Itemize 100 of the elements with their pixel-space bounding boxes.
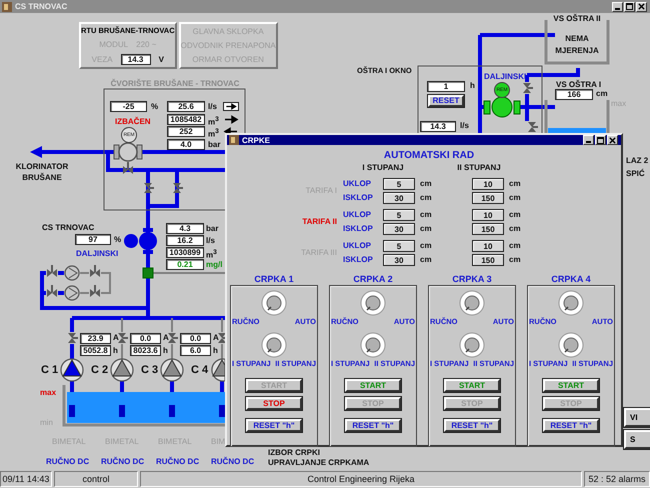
right-arrow-icon [223,102,239,111]
row-label: UKLOP [343,210,372,219]
close-button[interactable] [636,2,647,12]
unit-label: V [158,54,164,64]
destination-label: KLORINATOR BRUŠANE [14,161,70,183]
selector-knob[interactable] [261,290,287,316]
selector-knob[interactable] [558,290,584,316]
unit-label: cm [419,224,433,233]
section-heading: AUTOMATSKI RAD [384,150,474,161]
reset-button[interactable]: RESET "h" [345,419,401,432]
value-field[interactable]: 5 [383,208,415,220]
valve-icon [90,285,100,297]
value-field[interactable]: 10 [472,178,504,190]
window-title: CS TRNOVAC [15,2,68,11]
valve-icon [68,333,78,343]
value-field[interactable]: 10 [472,240,504,252]
pump-title: CRPKA 1 [254,274,294,285]
value-field[interactable]: 5 [383,240,415,252]
valve-icon [168,333,178,343]
value-field[interactable]: 150 [472,222,504,234]
unit-label: m$^{3}$ [208,127,219,140]
unit-label: cm [419,241,433,250]
unit-label: cm [508,255,522,264]
unit-label: cm [419,255,433,264]
value-field: 1 [427,81,465,92]
value-field: 14.3 [420,121,456,132]
valve-icon [118,333,128,343]
tank-title: VS OŠTRA I [556,80,602,90]
selector-knob[interactable] [360,290,386,316]
maximize-button[interactable] [624,2,635,12]
pipe-outlet [119,405,125,417]
water [548,128,606,133]
close-button[interactable] [607,135,618,145]
mode-label: RUČNO DC [156,457,200,467]
unit-label: cm [508,193,522,202]
minimize-button[interactable] [583,135,594,145]
pipe [70,344,74,359]
unit-label: cm [508,241,522,250]
selector-knob[interactable] [360,332,386,358]
value-field[interactable]: 30 [383,254,415,266]
station-label: LAZ 2 [626,156,648,166]
value-field: 8023.6 [130,345,161,356]
panel-button[interactable]: S [624,430,650,449]
value-field: 0.0 [130,333,161,344]
value-field: 0.0 [180,333,211,344]
mode-label: RUČNO DC [101,457,144,467]
value-field: 5052.8 [80,345,111,356]
tank-wall [544,98,610,134]
value-field[interactable]: 10 [472,208,504,220]
reset-button[interactable]: RESET [428,95,464,107]
pump-title: CRPKA 4 [551,274,591,285]
value-field: 252 [167,126,205,137]
selector-knob[interactable] [459,332,485,358]
valve-icon [90,265,100,277]
value-field[interactable]: 150 [472,254,504,266]
unit-label: % [151,102,158,112]
pump-icon [114,142,142,162]
unit-label: l/s [208,102,217,112]
unit-label: cm [508,179,522,188]
value-field: 1085482 [167,114,205,124]
maximize-button[interactable] [595,135,606,145]
unit-label: mg/l [206,260,222,270]
reset-button[interactable]: RESET "h" [444,419,500,432]
selector-knob[interactable] [459,290,485,316]
tank-wall [544,20,610,64]
mode-label: DALJINSKI [76,249,118,259]
status-field: Control Engineering Rijeka [140,471,582,487]
value-field[interactable]: 30 [383,222,415,234]
pump-icon [139,228,157,254]
unit-label: cm [419,210,433,219]
station-title: ČVORIŠTE BRUŠANE - TRNOVAC [110,79,240,89]
selector-knob[interactable] [558,332,584,358]
unit-label: m$^{3}$ [208,114,219,128]
pipe-outlet [69,405,75,417]
row-label: ISKLOP [343,255,374,264]
value-field: 4.0 [167,138,205,150]
unit-label: A [213,333,219,343]
unit-label: l/s [460,121,469,131]
panel-button[interactable]: VI [624,408,650,427]
reset-button[interactable]: RESET "h" [543,419,599,432]
pump-title: CRPKA 2 [353,274,393,285]
valve-icon [47,285,57,297]
column-header: I STUPANJ [361,163,405,173]
value-field: 23.9 [80,333,111,344]
tank-title: VS OŠTRA II [552,14,602,24]
pump-label: C 2 [91,365,108,375]
row-label: UKLOP [343,179,372,188]
status-label: IZBAČEN [115,117,151,127]
status-field: 09/11 14:43 [0,471,52,487]
junction-icon [142,268,154,278]
minimize-button[interactable] [612,2,623,12]
value-field[interactable]: 5 [383,178,415,190]
value-field[interactable]: 30 [383,192,415,204]
selector-knob[interactable] [261,332,287,358]
left-arrow-icon [223,127,239,136]
app-icon [2,2,12,12]
valve-icon [123,162,133,174]
reset-button[interactable]: RESET "h" [246,419,302,432]
status-field: control [54,471,138,487]
value-field[interactable]: 150 [472,192,504,204]
